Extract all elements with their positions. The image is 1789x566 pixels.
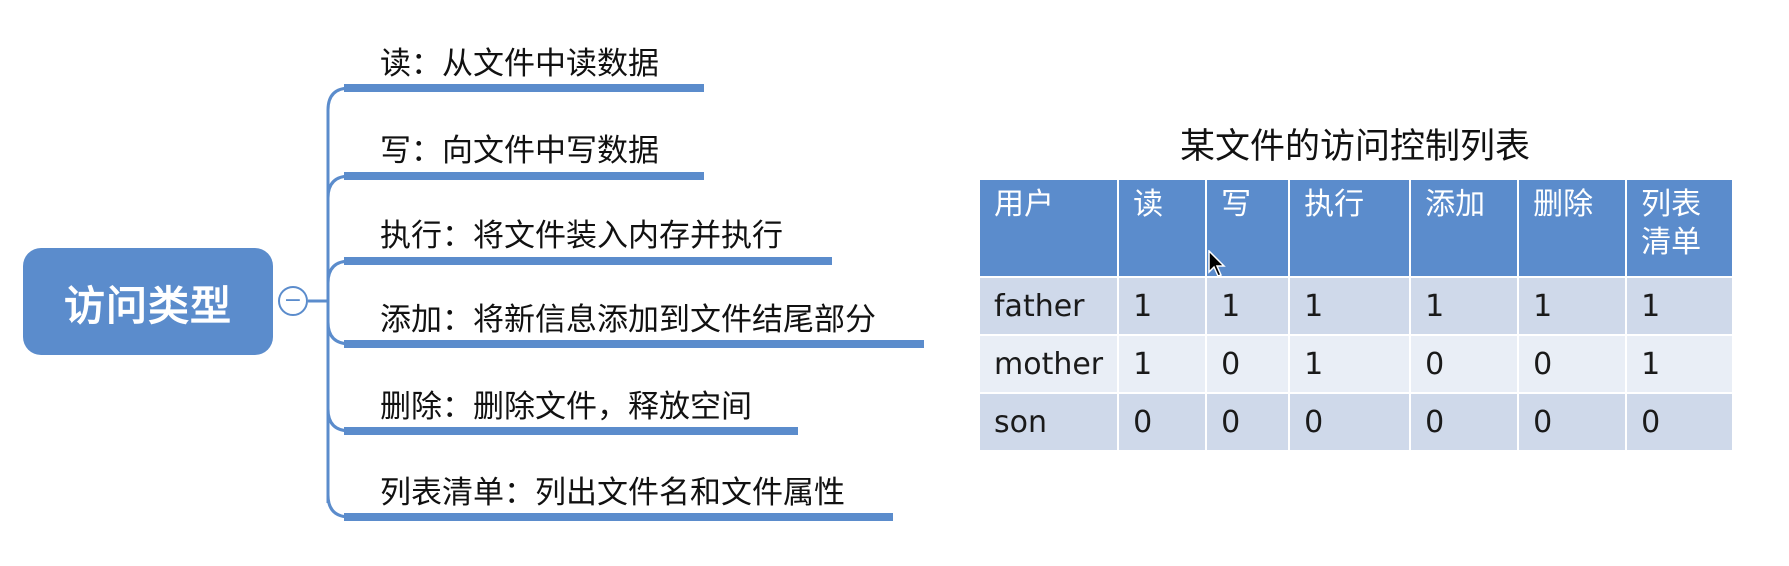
table-row: son 0 0 0 0 0 0 — [977, 392, 1735, 452]
header-user: 用户 — [977, 178, 1120, 278]
branch-read[interactable]: 读：从文件中读数据 — [380, 38, 659, 83]
table-cell: mother — [977, 334, 1120, 394]
header-execute: 执行 — [1288, 178, 1412, 278]
header-append: 添加 — [1409, 178, 1520, 278]
table-cell: 0 — [1205, 334, 1291, 394]
table-cell: 0 — [1409, 334, 1520, 394]
table-row: mother 1 0 1 0 0 1 — [977, 334, 1735, 394]
table-title: 某文件的访问控制列表 — [1179, 127, 1530, 167]
branch-write[interactable]: 写：向文件中写数据 — [380, 125, 659, 170]
connector-curve-5 — [326, 408, 351, 433]
branch-list[interactable]: 列表清单：列出文件名和文件属性 — [380, 467, 845, 512]
connector-curve-1 — [326, 86, 351, 111]
connector-curve-6 — [326, 494, 351, 519]
table-cell: 1 — [1409, 276, 1520, 336]
minus-icon: − — [283, 288, 303, 313]
table-cell: 1 — [1625, 276, 1735, 336]
table-cell: 1 — [1288, 334, 1412, 394]
header-delete: 删除 — [1517, 178, 1628, 278]
table-cell: 1 — [1625, 334, 1735, 394]
mindmap-root-node[interactable]: 访问类型 — [23, 248, 273, 355]
table-cell: 0 — [1625, 392, 1735, 452]
connector-curve-4 — [326, 321, 351, 346]
table-cell: 0 — [1517, 334, 1628, 394]
table-cell: 1 — [1117, 334, 1208, 394]
table-cell: 1 — [1288, 276, 1412, 336]
table-cell: 0 — [1117, 392, 1208, 452]
mouse-pointer-icon — [1208, 250, 1226, 277]
connector-curve-2 — [326, 174, 351, 199]
header-read: 读 — [1117, 178, 1208, 278]
table-cell: 1 — [1117, 276, 1208, 336]
branch-delete[interactable]: 删除：删除文件，释放空间 — [380, 381, 752, 426]
branch-underline-1 — [344, 84, 704, 92]
table-cell: father — [977, 276, 1120, 336]
collapse-toggle-button[interactable]: − — [278, 286, 308, 316]
table-cell: 1 — [1517, 276, 1628, 336]
connector-curve-3 — [326, 259, 351, 284]
table-cell: 1 — [1205, 276, 1291, 336]
table-cell: 0 — [1288, 392, 1412, 452]
table-row: father 1 1 1 1 1 1 — [977, 276, 1735, 336]
branch-underline-4 — [344, 340, 924, 348]
table-cell: 0 — [1409, 392, 1520, 452]
table-cell: 0 — [1205, 392, 1291, 452]
access-control-table: 用户 读 写 执行 添加 删除 列表 清单 father 1 1 1 1 1 1… — [977, 178, 1735, 452]
table-cell: son — [977, 392, 1120, 452]
table-cell: 0 — [1517, 392, 1628, 452]
slide: 访问类型 − 读：从文件中读数据 写：向文件中写数据 执行：将文件装入内存并执行… — [0, 0, 1789, 566]
branch-underline-3 — [344, 257, 832, 265]
branch-append[interactable]: 添加：将新信息添加到文件结尾部分 — [380, 294, 876, 339]
header-list: 列表 清单 — [1625, 178, 1735, 278]
branch-underline-2 — [344, 172, 704, 180]
table-header-row: 用户 读 写 执行 添加 删除 列表 清单 — [977, 178, 1735, 278]
branch-underline-6 — [344, 513, 893, 521]
branch-execute[interactable]: 执行：将文件装入内存并执行 — [380, 210, 783, 255]
root-node-label: 访问类型 — [64, 281, 232, 330]
branch-underline-5 — [344, 427, 798, 435]
